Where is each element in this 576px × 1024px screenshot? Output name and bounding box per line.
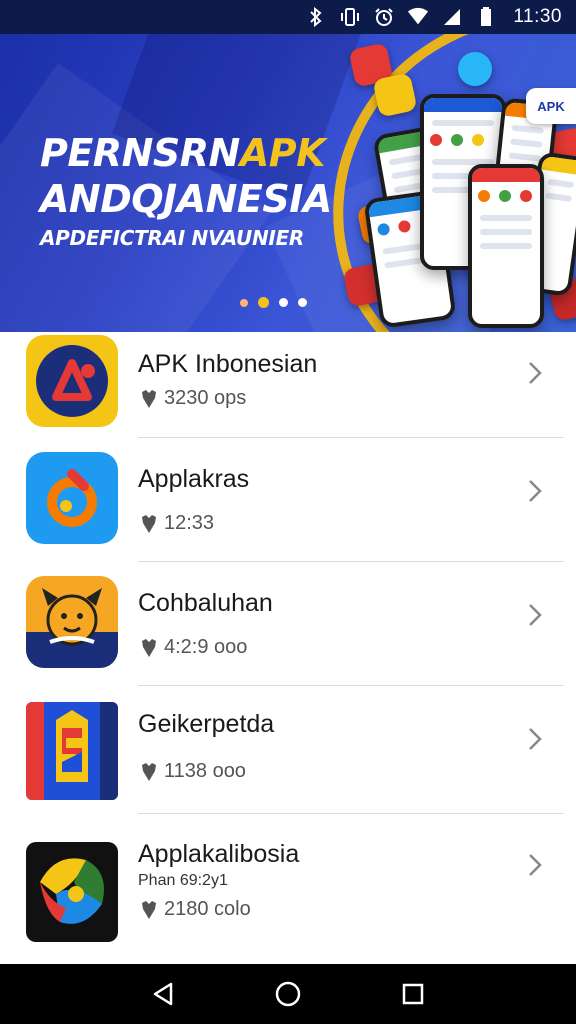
s-logo-icon [26,702,118,800]
carousel-dot[interactable] [240,298,248,307]
banner-title: PERNSRNAPK ANDQJANESIA [40,130,332,222]
clock: 11:30 [513,6,562,27]
app-name: Cohbaluhan [138,589,273,617]
app-meta: 3230 ops [138,387,246,410]
app-name: Geikerpetda [138,710,275,738]
back-icon[interactable] [143,974,183,1014]
app-meta-text: 4:2:9 ooo [164,636,248,658]
chevron-right-icon [524,728,546,750]
banner-subtitle: APDEFICTRAI NVAUNIER [40,226,305,250]
app-meta-text: 2180 colo [164,898,251,920]
list-item[interactable]: Applakalibosia Phan 69:2y1 2180 colo [0,814,576,964]
chevron-right-icon [524,854,546,876]
app-meta: 12:33 [138,512,214,535]
recents-icon[interactable] [393,974,433,1014]
app-meta-text: 12:33 [164,512,215,534]
download-icon [142,762,156,781]
list-item[interactable]: APK Inbonesian 3230 ops [0,332,576,438]
download-icon [142,389,156,408]
chevron-right-icon [524,604,546,626]
list-item[interactable]: Applakras 12:33 [0,438,576,562]
navigation-bar [0,964,576,1024]
app-logo-icon [26,452,118,544]
alarm-icon [373,6,395,28]
app-list: APK Inbonesian 3230 ops Applakras 12:33 [0,332,576,964]
signal-icon [441,6,463,28]
bluetooth-icon [305,6,327,28]
app-name: Applakras [138,465,250,493]
promo-banner[interactable]: PERNSRNAPK ANDQJANESIA APDEFICTRAI NVAUN… [0,34,576,332]
chevron-right-icon [524,362,546,384]
apk-logo-icon [26,335,118,427]
download-icon [142,900,156,919]
download-icon [142,514,156,533]
colorful-leaf-icon [26,842,118,942]
chevron-right-icon [524,480,546,502]
carousel-dot[interactable] [298,298,307,307]
home-icon[interactable] [268,974,308,1014]
vibrate-icon [339,6,361,28]
app-meta: 2180 colo [138,898,251,921]
wifi-icon [407,6,429,28]
app-subtitle: Phan 69:2y1 [138,872,228,889]
banner-title-line2: ANDQJANESIA [40,177,332,221]
status-bar: 11:30 [0,0,576,34]
app-meta-text: 1138 ooo [164,760,246,782]
phone-mockup [468,164,544,328]
apk-badge: APK [526,88,576,124]
app-name: APK Inbonesian [138,350,318,378]
carousel-indicator[interactable] [240,297,307,308]
mascot-icon [26,576,118,668]
list-item[interactable]: Geikerpetda 1138 ooo [0,686,576,814]
banner-title-accent: APK [239,131,326,175]
app-name: Applakalibosia [138,840,300,868]
carousel-dot[interactable] [279,298,288,307]
download-icon [142,638,156,657]
carousel-dot-active[interactable] [258,297,269,308]
banner-title-line1: PERNSRN [40,131,240,175]
battery-icon [475,6,497,28]
app-meta-text: 3230 ops [164,387,247,409]
app-meta: 4:2:9 ooo [138,636,247,659]
app-meta: 1138 ooo [138,760,246,783]
list-item[interactable]: Cohbaluhan 4:2:9 ooo [0,562,576,686]
